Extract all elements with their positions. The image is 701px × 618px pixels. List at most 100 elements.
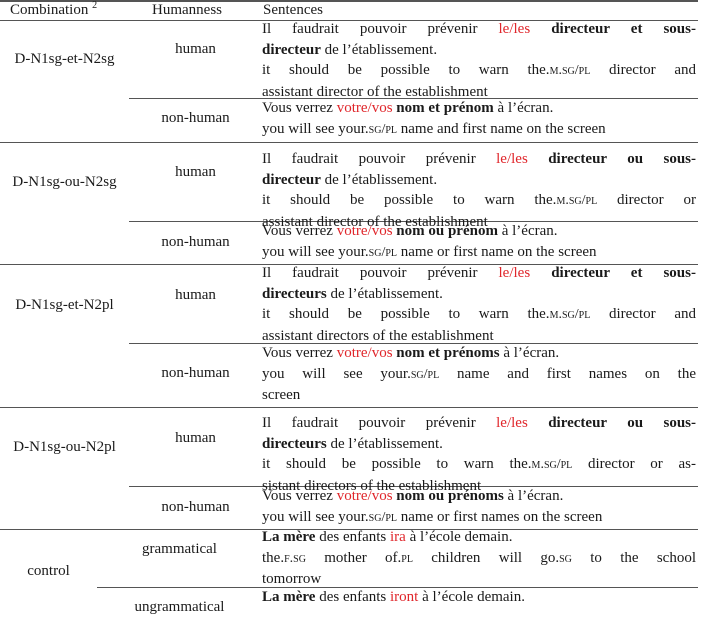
- coordinated-nouns: directeurs: [262, 285, 327, 302]
- sentence-cell: Vous verrez votre/vos nom et prénom à l’…: [262, 98, 696, 140]
- gloss-tag: f.sg: [284, 550, 306, 566]
- humanness-cell: human: [175, 287, 216, 303]
- coordinated-nouns: nom ou prénom: [392, 223, 498, 239]
- combination-cell: D-N1sg-ou-N2sg: [12, 174, 117, 190]
- header-humanness: Humanness: [152, 2, 222, 18]
- french-sentence: Vous verrez votre/vos nom ou prénoms à l…: [262, 486, 696, 507]
- coordinated-nouns: directeur ou sous-: [527, 415, 696, 431]
- group-rule: [0, 142, 698, 143]
- text: name and first name on the screen: [397, 120, 606, 137]
- gloss-tag: pl: [401, 550, 413, 566]
- sentence-cell: Vous verrez votre/vos nom ou prénoms à l…: [262, 486, 696, 528]
- french-sentence-cont: directeur de l’établissement.: [262, 170, 696, 191]
- text: Il faudrait pouvoir prévenir: [262, 151, 497, 167]
- french-sentence: Il faudrait pouvoir prévenir le/les dire…: [262, 149, 696, 170]
- text: Vous verrez: [262, 488, 337, 504]
- french-sentence: Il faudrait pouvoir prévenir le/les dire…: [262, 413, 696, 434]
- text: à l’école demain.: [418, 589, 525, 605]
- subject-noun: La mère: [262, 529, 316, 545]
- sentence-cell: Il faudrait pouvoir prévenir le/les dire…: [262, 263, 696, 346]
- french-sentence: Vous verrez votre/vos nom ou prénom à l’…: [262, 221, 696, 242]
- text: it should be possible to warn the.: [262, 456, 532, 472]
- text: you will see your.: [262, 243, 369, 260]
- humanness-cell: grammatical: [142, 541, 217, 557]
- coordinated-nouns: directeur ou sous-: [527, 151, 696, 167]
- header-sentences: Sentences: [263, 2, 323, 18]
- combination-cell: control: [27, 563, 70, 579]
- english-gloss-cont: screen: [262, 387, 301, 403]
- critical-verb: ira: [390, 529, 406, 545]
- gloss-tag: sg/pl: [368, 121, 397, 137]
- text: director and: [590, 62, 696, 78]
- french-sentence: Il faudrait pouvoir prévenir le/les dire…: [262, 19, 696, 40]
- gloss-tag: sg/pl: [368, 509, 397, 525]
- sentence-cell: Vous verrez votre/vos nom et prénoms à l…: [262, 343, 696, 406]
- sentence-cell: Il faudrait pouvoir prévenir le/les dire…: [262, 149, 696, 232]
- english-gloss: it should be possible to warn the.m.sg/p…: [262, 454, 696, 476]
- humanness-cell: non-human: [161, 110, 230, 126]
- text: Il faudrait pouvoir prévenir: [262, 265, 499, 281]
- humanness-cell: non-human: [161, 499, 230, 515]
- gloss-tag: m.sg/pl: [531, 457, 573, 472]
- coordinated-nouns: directeurs: [262, 435, 327, 452]
- gloss-tag: sg/pl: [368, 244, 397, 260]
- critical-determiner: le/les: [498, 21, 531, 37]
- english-gloss: you will see your.sg/pl name and first n…: [262, 364, 696, 386]
- text: de l’établissement.: [320, 171, 438, 188]
- text: children will go.: [412, 549, 560, 566]
- english-gloss: you will see your.sg/pl name or first na…: [262, 507, 696, 529]
- english-gloss: it should be possible to warn the.m.sg/p…: [262, 190, 696, 212]
- french-sentence-cont: directeur de l’établissement.: [262, 40, 696, 61]
- sentence-cell: Il faudrait pouvoir prévenir le/les dire…: [262, 19, 696, 102]
- french-sentence: Vous verrez votre/vos nom et prénom à l’…: [262, 98, 696, 119]
- french-sentence: La mère des enfants iront à l’école dema…: [262, 587, 696, 608]
- sentence-cell: La mère des enfants ira à l’école demain…: [262, 527, 696, 590]
- critical-determiner: votre/vos: [336, 345, 393, 361]
- english-gloss: the.f.sg mother of.pl children will go.s…: [262, 548, 696, 570]
- french-sentence-cont: directeurs de l’établissement.: [262, 284, 696, 305]
- text: Vous verrez: [262, 345, 337, 361]
- coordinated-nouns: nom et prénom: [392, 100, 494, 116]
- header-combination: Combination 2: [10, 0, 97, 21]
- english-gloss: you will see your.sg/pl name and first n…: [262, 119, 696, 141]
- coordinated-nouns: nom et prénoms: [392, 345, 500, 361]
- text: de l’établissement.: [320, 41, 438, 58]
- coordinated-nouns: directeur: [262, 171, 321, 188]
- text: name and first names on the: [439, 365, 697, 382]
- text: you will see your.: [262, 508, 369, 525]
- french-sentence-cont: directeurs de l’établissement.: [262, 434, 696, 455]
- footnote-marker: 2: [92, 0, 98, 11]
- combination-cell: D-N1sg-et-N2sg: [14, 51, 115, 67]
- coordinated-nouns: directeur et sous-: [530, 21, 696, 37]
- text: to the school: [571, 549, 697, 566]
- coordinated-nouns: directeur et sous-: [530, 265, 696, 281]
- humanness-cell: ungrammatical: [134, 599, 225, 615]
- text: à l’écran.: [503, 488, 564, 504]
- text: you will see your.: [262, 365, 411, 382]
- gloss-tag: sg: [559, 550, 572, 566]
- text: it should be possible to warn the.: [262, 306, 550, 322]
- text: the.: [262, 549, 285, 566]
- humanness-cell: non-human: [161, 234, 230, 250]
- subject-noun: La mère: [262, 589, 316, 605]
- critical-determiner: le/les: [496, 151, 528, 167]
- text: director or: [597, 192, 696, 208]
- gloss-tag: m.sg/pl: [549, 63, 591, 78]
- english-gloss: it should be possible to warn the.m.sg/p…: [262, 304, 696, 326]
- group-rule: [0, 407, 698, 408]
- text: it should be possible to warn the.: [262, 192, 557, 208]
- text: mother of.: [305, 549, 402, 566]
- text: you will see your.: [262, 120, 369, 137]
- sentence-cell: Il faudrait pouvoir prévenir le/les dire…: [262, 413, 696, 496]
- text: à l’écran.: [493, 100, 554, 116]
- humanness-cell: human: [175, 41, 216, 57]
- french-sentence: La mère des enfants ira à l’école demain…: [262, 527, 696, 548]
- gloss-tag: m.sg/pl: [549, 307, 591, 322]
- text: director and: [590, 306, 696, 322]
- coordinated-nouns: nom ou prénoms: [392, 488, 504, 504]
- critical-determiner: votre/vos: [336, 100, 393, 116]
- text: Il faudrait pouvoir prévenir: [262, 415, 497, 431]
- text: Il faudrait pouvoir prévenir: [262, 21, 499, 37]
- text: director or as-: [572, 456, 696, 472]
- gloss-tag: m.sg/pl: [556, 193, 598, 208]
